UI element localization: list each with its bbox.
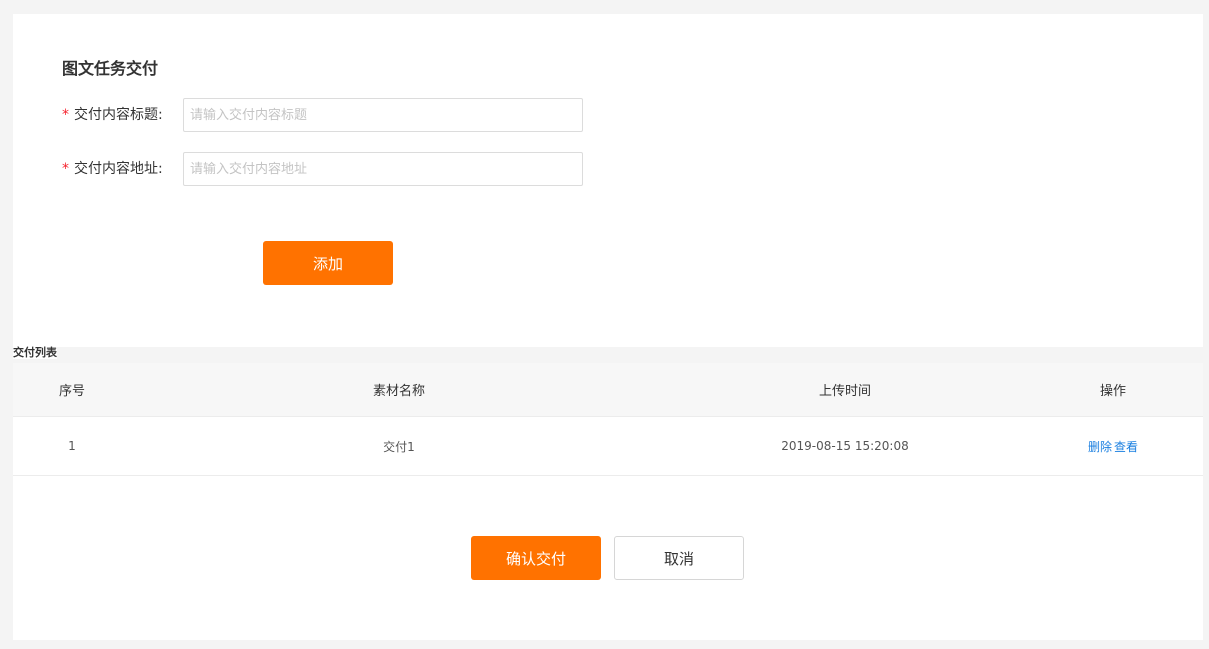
column-header-upload-time: 上传时间 (818, 384, 871, 399)
row-index: 1 (68, 439, 76, 453)
url-field-label: * 交付内容地址: (62, 152, 182, 186)
add-button[interactable]: 添加 (263, 241, 393, 285)
delivery-list-title: 交付列表 (13, 346, 1203, 363)
delivery-table: 序号 素材名称 上传时间 操作 1 交付1 2019-08-15 15:20:0… (13, 363, 1203, 476)
column-header-actions: 操作 (1099, 384, 1126, 399)
content-title-input[interactable] (183, 98, 583, 132)
content-url-input[interactable] (183, 152, 583, 186)
column-header-index: 序号 (58, 384, 85, 399)
required-mark: * (62, 161, 69, 177)
confirm-delivery-button[interactable]: 确认交付 (471, 536, 601, 580)
page-title: 图文任务交付 (62, 59, 159, 78)
table-row: 1 交付1 2019-08-15 15:20:08 删除 查看 (13, 417, 1203, 476)
delete-link[interactable]: 删除 (1088, 438, 1112, 455)
delivery-list-title-text: 交付列表 (13, 346, 57, 359)
url-field-label-text: 交付内容地址: (74, 161, 163, 177)
column-header-name: 素材名称 (372, 384, 425, 399)
row-actions: 删除 查看 (1023, 417, 1203, 475)
title-field-label: * 交付内容标题: (62, 98, 182, 132)
view-link[interactable]: 查看 (1114, 438, 1138, 455)
table-header: 序号 素材名称 上传时间 操作 (13, 363, 1203, 417)
title-field-label-text: 交付内容标题: (74, 107, 163, 123)
row-name: 交付1 (383, 439, 415, 454)
row-upload-time: 2019-08-15 15:20:08 (781, 439, 909, 453)
cancel-button[interactable]: 取消 (614, 536, 744, 580)
required-mark: * (62, 107, 69, 123)
delivery-card: 图文任务交付 * 交付内容标题: * 交付内容地址: 添加 交付列表 序号 素材名称… (13, 14, 1203, 640)
